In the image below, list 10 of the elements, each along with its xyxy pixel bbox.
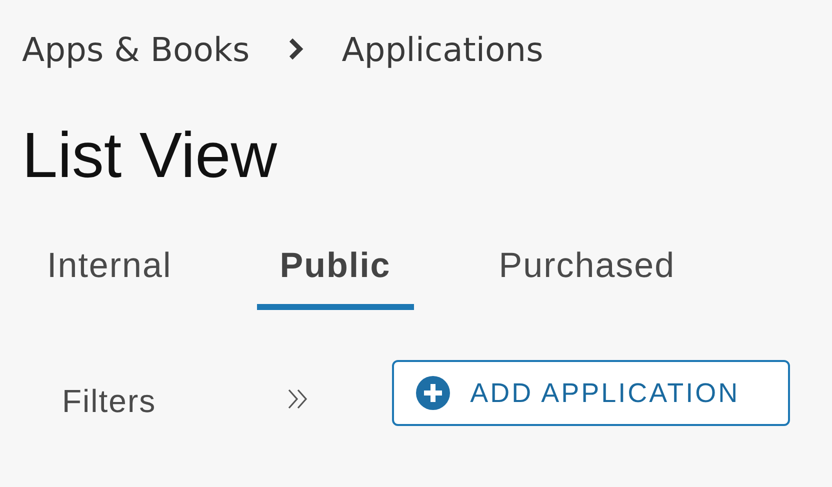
- breadcrumb-link[interactable]: Applications: [342, 30, 544, 68]
- tab[interactable]: Internal: [24, 246, 195, 310]
- plus-circle-icon: [416, 376, 450, 410]
- chevron-right-icon: [288, 37, 304, 61]
- add-application-button[interactable]: ADD APPLICATION: [392, 360, 790, 426]
- tab[interactable]: Purchased: [476, 246, 698, 310]
- page-title: List View: [22, 118, 277, 193]
- breadcrumb-link[interactable]: Apps & Books: [22, 30, 250, 68]
- filters-label: Filters: [62, 382, 156, 420]
- tab[interactable]: Public: [256, 246, 414, 310]
